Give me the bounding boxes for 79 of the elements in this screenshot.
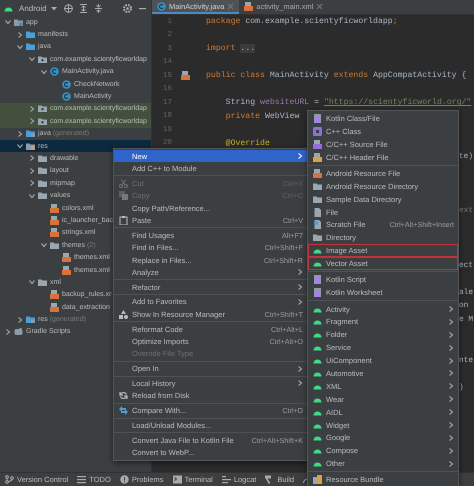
chevron-icon[interactable] bbox=[28, 192, 34, 199]
chevron-icon bbox=[297, 284, 303, 290]
xml-file-icon bbox=[62, 253, 71, 262]
shapes-icon bbox=[118, 310, 128, 319]
chevron-icon[interactable] bbox=[28, 180, 34, 186]
expand-icon bbox=[78, 4, 88, 12]
chevron-icon bbox=[297, 269, 303, 276]
refresh-icon bbox=[118, 391, 128, 400]
chevron-icon[interactable] bbox=[28, 56, 34, 62]
module-folder-icon bbox=[14, 18, 23, 27]
chevron-icon[interactable] bbox=[16, 130, 22, 137]
clipboard-icon bbox=[118, 216, 128, 226]
code-line: import ... bbox=[206, 44, 256, 54]
script-file-icon bbox=[312, 114, 322, 123]
bundle-icon bbox=[312, 475, 322, 484]
scratch-file-icon bbox=[312, 220, 322, 230]
xml-file-icon bbox=[244, 2, 254, 10]
chevron-icon[interactable] bbox=[16, 316, 22, 323]
copy-icon bbox=[118, 191, 128, 200]
view-selector[interactable]: Android bbox=[19, 4, 47, 12]
log-icon bbox=[222, 475, 231, 484]
package-icon bbox=[38, 116, 47, 126]
chevron-icon bbox=[297, 366, 303, 372]
chevron-icon[interactable] bbox=[28, 168, 34, 174]
class-icon bbox=[62, 92, 71, 102]
script-icon bbox=[14, 327, 23, 336]
file-icon bbox=[312, 208, 322, 217]
list-icon bbox=[77, 475, 86, 484]
class-icon bbox=[50, 67, 59, 76]
folder-icon bbox=[38, 278, 47, 287]
close-icon bbox=[227, 2, 234, 10]
code-line: private WebView bbox=[224, 112, 300, 121]
package-icon bbox=[38, 104, 47, 114]
xml-file-icon bbox=[50, 204, 59, 213]
chevron-icon[interactable] bbox=[4, 328, 10, 335]
class-icon bbox=[157, 2, 166, 10]
code-line: public class MainActivity extends AppCompatActivity { bbox=[206, 71, 466, 80]
chevron-icon bbox=[297, 298, 303, 305]
arrows-icon bbox=[118, 406, 128, 416]
chevron-icon[interactable] bbox=[28, 106, 34, 112]
chevron-icon[interactable] bbox=[16, 44, 22, 50]
source-file-icon bbox=[312, 140, 322, 149]
script-file-icon bbox=[312, 275, 322, 284]
scissors-icon bbox=[118, 178, 128, 188]
code-line: @Override bbox=[224, 138, 270, 148]
code-line: package com.example.scientyficworldapp; bbox=[206, 17, 398, 26]
script-file-icon bbox=[312, 288, 322, 298]
chevron-icon bbox=[297, 380, 303, 386]
chevron-icon[interactable] bbox=[16, 143, 22, 150]
xml-file-icon bbox=[50, 302, 59, 312]
chevron-icon bbox=[297, 153, 303, 160]
chevron-icon[interactable] bbox=[40, 242, 46, 248]
xml-file-icon bbox=[50, 216, 59, 225]
xml-file-icon bbox=[181, 71, 190, 80]
chevron-icon[interactable] bbox=[40, 68, 46, 75]
xml-file-icon bbox=[312, 168, 322, 178]
crosshair-icon bbox=[64, 4, 73, 12]
settings-icon bbox=[123, 4, 132, 12]
code-line: String websiteURL = "https://scientyficworld.org/" bbox=[224, 98, 472, 108]
xml-file-icon bbox=[62, 266, 71, 274]
close-icon bbox=[316, 2, 324, 10]
package-icon bbox=[38, 54, 47, 64]
chevron-icon[interactable] bbox=[28, 155, 34, 162]
resource-folder-icon bbox=[26, 142, 35, 151]
collapse-icon bbox=[94, 4, 103, 12]
folder-icon bbox=[26, 129, 35, 138]
header-file-icon bbox=[312, 152, 322, 162]
folder-icon bbox=[26, 315, 35, 324]
folder-icon bbox=[312, 233, 322, 242]
chevron-icon[interactable] bbox=[4, 19, 10, 26]
square-icon bbox=[312, 126, 322, 136]
branch-icon bbox=[5, 475, 14, 484]
xml-file-icon bbox=[50, 290, 59, 300]
chevron-icon[interactable] bbox=[16, 32, 22, 38]
chevron-icon[interactable] bbox=[28, 118, 34, 124]
folder-icon bbox=[50, 240, 59, 250]
xml-file-icon bbox=[50, 228, 59, 238]
class-icon bbox=[62, 80, 71, 89]
chevron-icon[interactable] bbox=[28, 279, 34, 286]
